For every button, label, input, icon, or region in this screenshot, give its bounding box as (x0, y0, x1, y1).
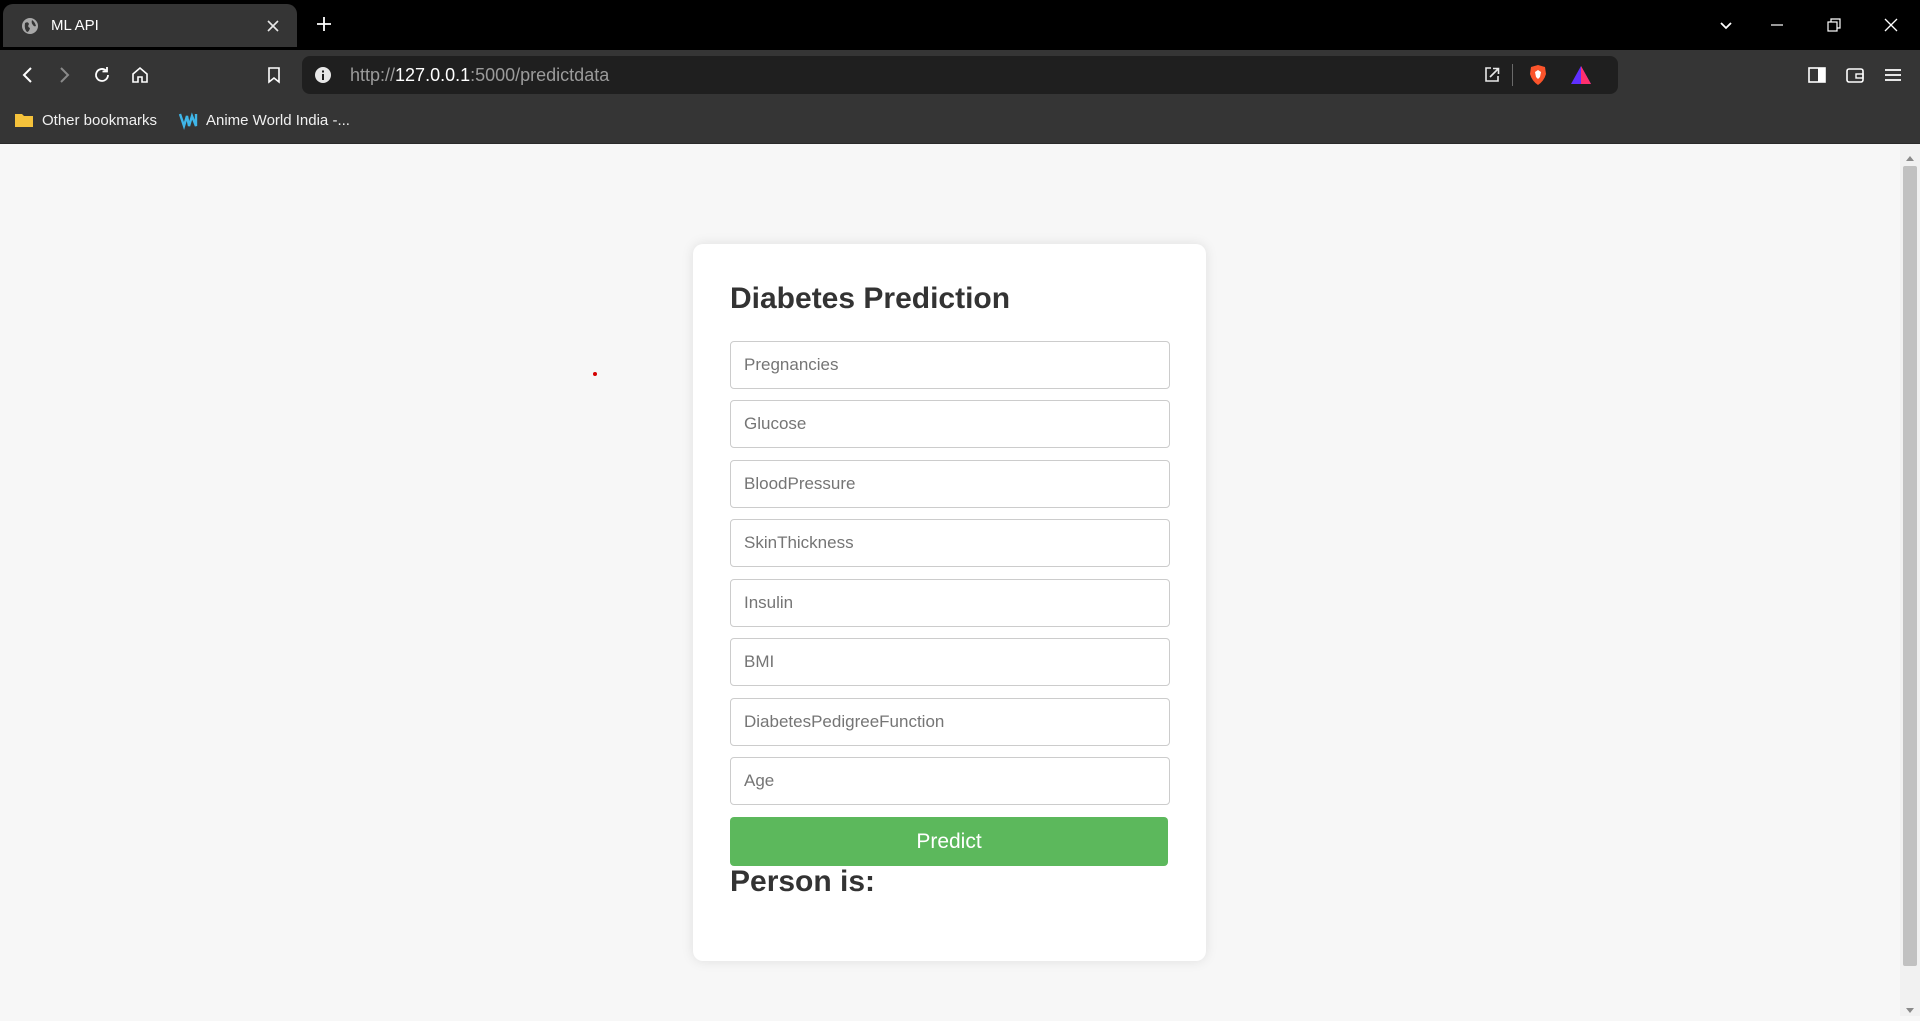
brave-rewards-icon[interactable] (1569, 63, 1593, 87)
skin-thickness-input[interactable] (730, 519, 1170, 567)
age-input[interactable] (730, 757, 1170, 805)
back-icon[interactable] (16, 63, 40, 87)
glucose-input[interactable] (730, 400, 1170, 448)
bookmark-label: Other bookmarks (42, 111, 158, 129)
browser-titlebar: ML API (0, 0, 1920, 50)
restore-icon[interactable] (1821, 12, 1847, 38)
scroll-up-arrow-icon[interactable] (1904, 150, 1916, 161)
insulin-input[interactable] (730, 579, 1170, 627)
bookmark-anime-world[interactable]: Anime World India -... (178, 108, 350, 132)
share-icon[interactable] (1480, 63, 1504, 87)
site-favicon-icon (178, 110, 198, 130)
url-path: :5000/predictdata (470, 65, 610, 85)
bookmark-icon[interactable] (262, 63, 286, 87)
cursor-dot (593, 372, 597, 376)
globe-icon (21, 17, 39, 35)
sidebar-toggle-icon[interactable] (1805, 63, 1829, 87)
predict-button[interactable]: Predict (730, 817, 1168, 866)
minimize-icon[interactable] (1764, 12, 1790, 38)
close-window-icon[interactable] (1878, 12, 1904, 38)
prediction-result: Person is: (730, 865, 876, 898)
new-tab-icon[interactable] (312, 12, 336, 36)
bookmark-other-bookmarks[interactable]: Other bookmarks (14, 108, 157, 132)
address-url[interactable]: http://127.0.0.1:5000/predictdata (350, 64, 609, 86)
bmi-input[interactable] (730, 638, 1170, 686)
menu-icon[interactable] (1881, 63, 1905, 87)
browser-tab[interactable]: ML API (3, 4, 297, 47)
bookmark-label: Anime World India -... (206, 111, 350, 129)
forward-icon[interactable] (52, 63, 76, 87)
blood-pressure-input[interactable] (730, 460, 1170, 508)
brave-shields-icon[interactable] (1526, 63, 1550, 87)
wallet-icon[interactable] (1843, 63, 1867, 87)
pregnancies-input[interactable] (730, 341, 1170, 389)
tab-search-chevron-icon[interactable] (1713, 12, 1739, 38)
toolbar-divider (1512, 64, 1513, 86)
tab-title: ML API (51, 17, 99, 34)
url-host: 127.0.0.1 (395, 65, 471, 85)
close-tab-icon[interactable] (261, 14, 285, 38)
reload-icon[interactable] (90, 63, 114, 87)
prediction-card: Diabetes Prediction Predict Person is: (693, 244, 1206, 961)
folder-icon (14, 111, 34, 129)
form-title: Diabetes Prediction (730, 282, 1011, 315)
scrollbar-thumb[interactable] (1903, 166, 1917, 966)
diabetes-pedigree-function-input[interactable] (730, 698, 1170, 746)
url-scheme: http:// (350, 65, 396, 85)
home-icon[interactable] (128, 63, 152, 87)
scroll-down-arrow-icon[interactable] (1904, 1003, 1916, 1013)
site-info-icon[interactable] (311, 63, 335, 87)
